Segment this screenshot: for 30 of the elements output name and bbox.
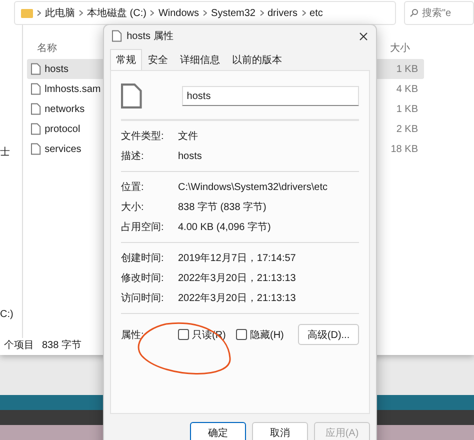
property-value: hosts [178, 150, 203, 162]
window-title: hosts 属性 [126, 30, 174, 43]
file-name: services [44, 144, 82, 154]
file-size: 2 KB [396, 124, 418, 134]
search-placeholder: 搜索"e [422, 6, 452, 20]
file-name: networks [44, 104, 85, 114]
property-value: 2022年3月20日，21:13:13 [178, 292, 297, 305]
property-value: 2022年3月20日，21:13:13 [178, 272, 297, 285]
property-label: 创建时间: [121, 252, 165, 265]
status-text: 个项目 [4, 339, 34, 352]
property-value: 4.00 KB (4,096 字节) [178, 220, 272, 234]
property-value: 2019年12月7日，17:14:57 [178, 252, 297, 265]
file-name: hosts [44, 64, 68, 74]
file-name: protocol [44, 124, 80, 134]
file-size: 18 KB [390, 144, 418, 154]
file-size: 1 KB [396, 64, 418, 74]
file-size: 4 KB [396, 84, 418, 94]
file-size: 1 KB [396, 104, 418, 114]
property-label: 位置: [121, 180, 145, 194]
property-label: 大小: [121, 200, 145, 214]
property-label: 占用空间: [121, 220, 165, 234]
property-value: 文件 [178, 130, 199, 143]
property-value: C:\Windows\System32\drivers\etc [178, 182, 328, 192]
property-label: 访问时间: [121, 292, 165, 305]
file-name: lmhosts.sam [44, 84, 101, 94]
status-text: 838 字节 [42, 338, 82, 352]
property-label: 文件类型: [121, 130, 165, 143]
property-label: 修改时间: [121, 272, 165, 285]
property-label: 描述: [121, 150, 145, 163]
property-value: 838 字节 (838 字节) [178, 200, 268, 214]
